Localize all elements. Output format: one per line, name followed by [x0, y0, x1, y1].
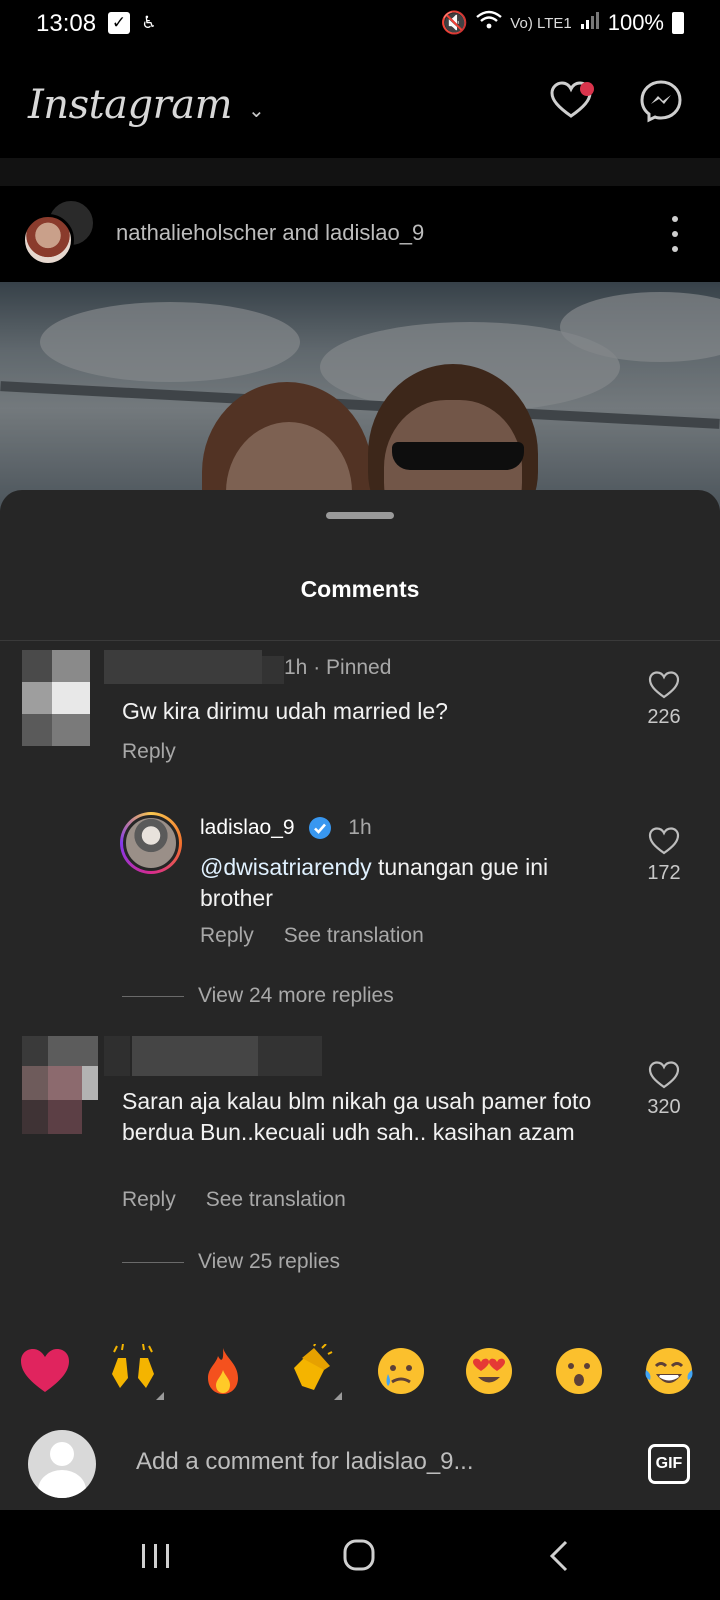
emoji-quick-bar [0, 1330, 720, 1410]
view-replies-button[interactable]: View 25 replies [122, 1250, 340, 1274]
avatar [22, 214, 74, 266]
comment-text: Saran aja kalau blm nikah ga usah pamer … [122, 1088, 592, 1145]
comment-time: 1h [348, 816, 372, 839]
tears-of-joy-emoji-icon[interactable] [642, 1344, 696, 1398]
raising-hands-emoji-icon[interactable] [106, 1343, 160, 1398]
see-translation-button[interactable]: See translation [206, 1188, 346, 1212]
like-count: 226 [647, 706, 681, 728]
messenger-icon[interactable] [638, 78, 684, 124]
battery-text: 100% [607, 10, 664, 35]
post-image[interactable] [0, 282, 720, 512]
post-authors[interactable]: nathalieholscher and ladislao_9 [116, 220, 424, 246]
like-button[interactable]: 226 [640, 670, 688, 729]
comment-meta: 1h · Pinned [284, 656, 392, 679]
drag-handle[interactable] [326, 512, 394, 519]
recent-apps-icon[interactable] [134, 1536, 178, 1576]
network-label: Vo) LTE1 [510, 14, 572, 32]
wifi-icon [476, 10, 503, 36]
sheet-title: Comments [300, 576, 420, 602]
app-header: Instagram ⌄ [0, 50, 720, 158]
comment-composer: Add a comment for ladislao_9... GIF [0, 1418, 720, 1510]
variant-indicator [334, 1392, 342, 1400]
like-count: 320 [647, 1096, 681, 1118]
username-blurred [262, 656, 284, 684]
heart-emoji-icon[interactable] [18, 1344, 72, 1398]
verified-badge-icon [309, 817, 332, 840]
reply-button[interactable]: Reply [200, 924, 254, 948]
fire-emoji-icon[interactable] [196, 1344, 250, 1398]
post-header: nathalieholscher and ladislao_9 [0, 186, 720, 282]
username-blurred [132, 1036, 258, 1076]
reply-button[interactable]: Reply [122, 740, 176, 764]
feed-separator [0, 158, 720, 186]
username-blurred[interactable] [104, 650, 262, 684]
back-icon[interactable] [540, 1536, 584, 1576]
comment-username[interactable]: ladislao_9 [200, 816, 295, 839]
divider [0, 640, 720, 641]
mention-link[interactable]: @dwisatriarendy [200, 854, 372, 880]
collab-avatars[interactable] [22, 198, 100, 268]
surprised-face-emoji-icon[interactable] [552, 1344, 606, 1398]
like-button[interactable]: 320 [640, 1060, 688, 1119]
heart-outline-icon [648, 1061, 680, 1089]
username-blurred[interactable] [104, 1036, 130, 1076]
see-translation-button[interactable]: See translation [284, 924, 424, 948]
variant-indicator [156, 1392, 164, 1400]
reply-button[interactable]: Reply [122, 1188, 176, 1212]
battery-icon [672, 12, 684, 34]
avatar[interactable] [22, 650, 100, 748]
like-button[interactable]: 172 [640, 826, 688, 885]
avatar[interactable] [120, 812, 182, 874]
comment-input[interactable]: Add a comment for ladislao_9... [136, 1448, 474, 1476]
gif-button[interactable]: GIF [648, 1444, 690, 1484]
username-blurred [258, 1036, 322, 1076]
home-icon[interactable] [338, 1536, 382, 1576]
status-time: 13:08 [36, 10, 97, 37]
view-replies-button[interactable]: View 24 more replies [122, 984, 394, 1008]
heart-eyes-emoji-icon[interactable] [462, 1344, 516, 1398]
notification-dot [580, 82, 594, 96]
mute-icon: 🔇 [440, 10, 469, 35]
heart-outline-icon [648, 827, 680, 855]
comment-text: Gw kira dirimu udah married le? [122, 698, 448, 724]
instagram-logo[interactable]: Instagram [28, 82, 233, 128]
clapping-hands-emoji-icon[interactable] [284, 1341, 338, 1398]
chevron-down-icon[interactable]: ⌄ [248, 98, 265, 123]
crying-face-emoji-icon[interactable] [374, 1344, 428, 1398]
heart-outline-icon [648, 671, 680, 699]
signal-icon [580, 10, 600, 36]
avatar [28, 1430, 96, 1498]
checkbox-notification-icon: ✓ [108, 12, 130, 34]
like-count: 172 [647, 862, 681, 884]
accessibility-icon: ♿ [141, 13, 157, 32]
system-nav-bar [0, 1510, 720, 1600]
comment-text: @dwisatriarendy tunangan gue ini brother [200, 854, 549, 911]
avatar[interactable] [22, 1036, 100, 1136]
status-bar: 13:08 ✓ ♿ 🔇 Vo) LTE1 100% [0, 0, 720, 50]
more-options-icon[interactable] [670, 216, 680, 252]
